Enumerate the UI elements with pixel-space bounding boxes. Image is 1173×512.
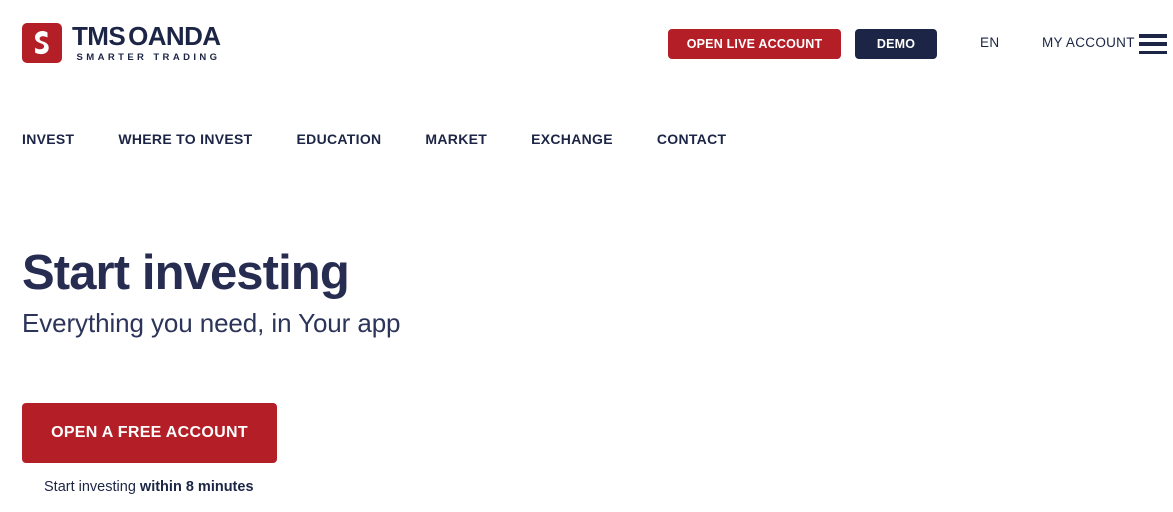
hamburger-menu-icon[interactable] xyxy=(1139,34,1167,54)
nav-item-market[interactable]: MARKET xyxy=(425,131,487,147)
nav-item-where-to-invest[interactable]: WHERE TO INVEST xyxy=(118,131,252,147)
hamburger-bar-3 xyxy=(1139,50,1167,54)
open-live-account-button[interactable]: OPEN LIVE ACCOUNT xyxy=(668,29,841,59)
hamburger-bar-1 xyxy=(1139,34,1167,38)
demo-button[interactable]: DEMO xyxy=(855,29,937,59)
hero-subtitle: Everything you need, in Your app xyxy=(22,307,401,338)
nav-item-exchange[interactable]: EXCHANGE xyxy=(531,131,613,147)
logo-title: TMS OANDA xyxy=(72,21,221,52)
nav-item-contact[interactable]: CONTACT xyxy=(657,131,727,147)
cta-note-highlight: within 8 minutes xyxy=(139,479,254,495)
logo-title-tms: TMS xyxy=(72,21,126,52)
nav-item-education[interactable]: EDUCATION xyxy=(297,131,382,147)
logo-tagline: SMARTER TRADING xyxy=(76,52,221,64)
nav-item-invest[interactable]: INVEST xyxy=(22,131,74,147)
language-switcher[interactable]: EN xyxy=(980,35,1000,50)
page-root: TMS OANDA SMARTER TRADING OPEN LIVE ACCOU… xyxy=(0,0,1173,512)
tms-oanda-s-mark-icon xyxy=(22,23,62,63)
site-header: TMS OANDA SMARTER TRADING OPEN LIVE ACCOU… xyxy=(0,0,1173,88)
open-free-account-button[interactable]: OPEN A FREE ACCOUNT xyxy=(22,403,277,463)
logo-title-oanda: OANDA xyxy=(128,21,221,52)
main-navigation: INVEST WHERE TO INVEST EDUCATION MARKET … xyxy=(0,124,1173,154)
cta-note-regular: Start investing xyxy=(44,479,140,495)
my-account-link[interactable]: MY ACCOUNT xyxy=(1042,35,1135,50)
hamburger-bar-2 xyxy=(1139,42,1167,46)
hero-section: Start investing Everything you need, in … xyxy=(22,248,722,339)
site-logo[interactable]: TMS OANDA SMARTER TRADING xyxy=(22,21,221,64)
cta-note: Start investing within 8 minutes xyxy=(44,479,254,495)
logo-wordmark: TMS OANDA SMARTER TRADING xyxy=(72,21,221,64)
page-title: Start investing xyxy=(22,246,350,300)
